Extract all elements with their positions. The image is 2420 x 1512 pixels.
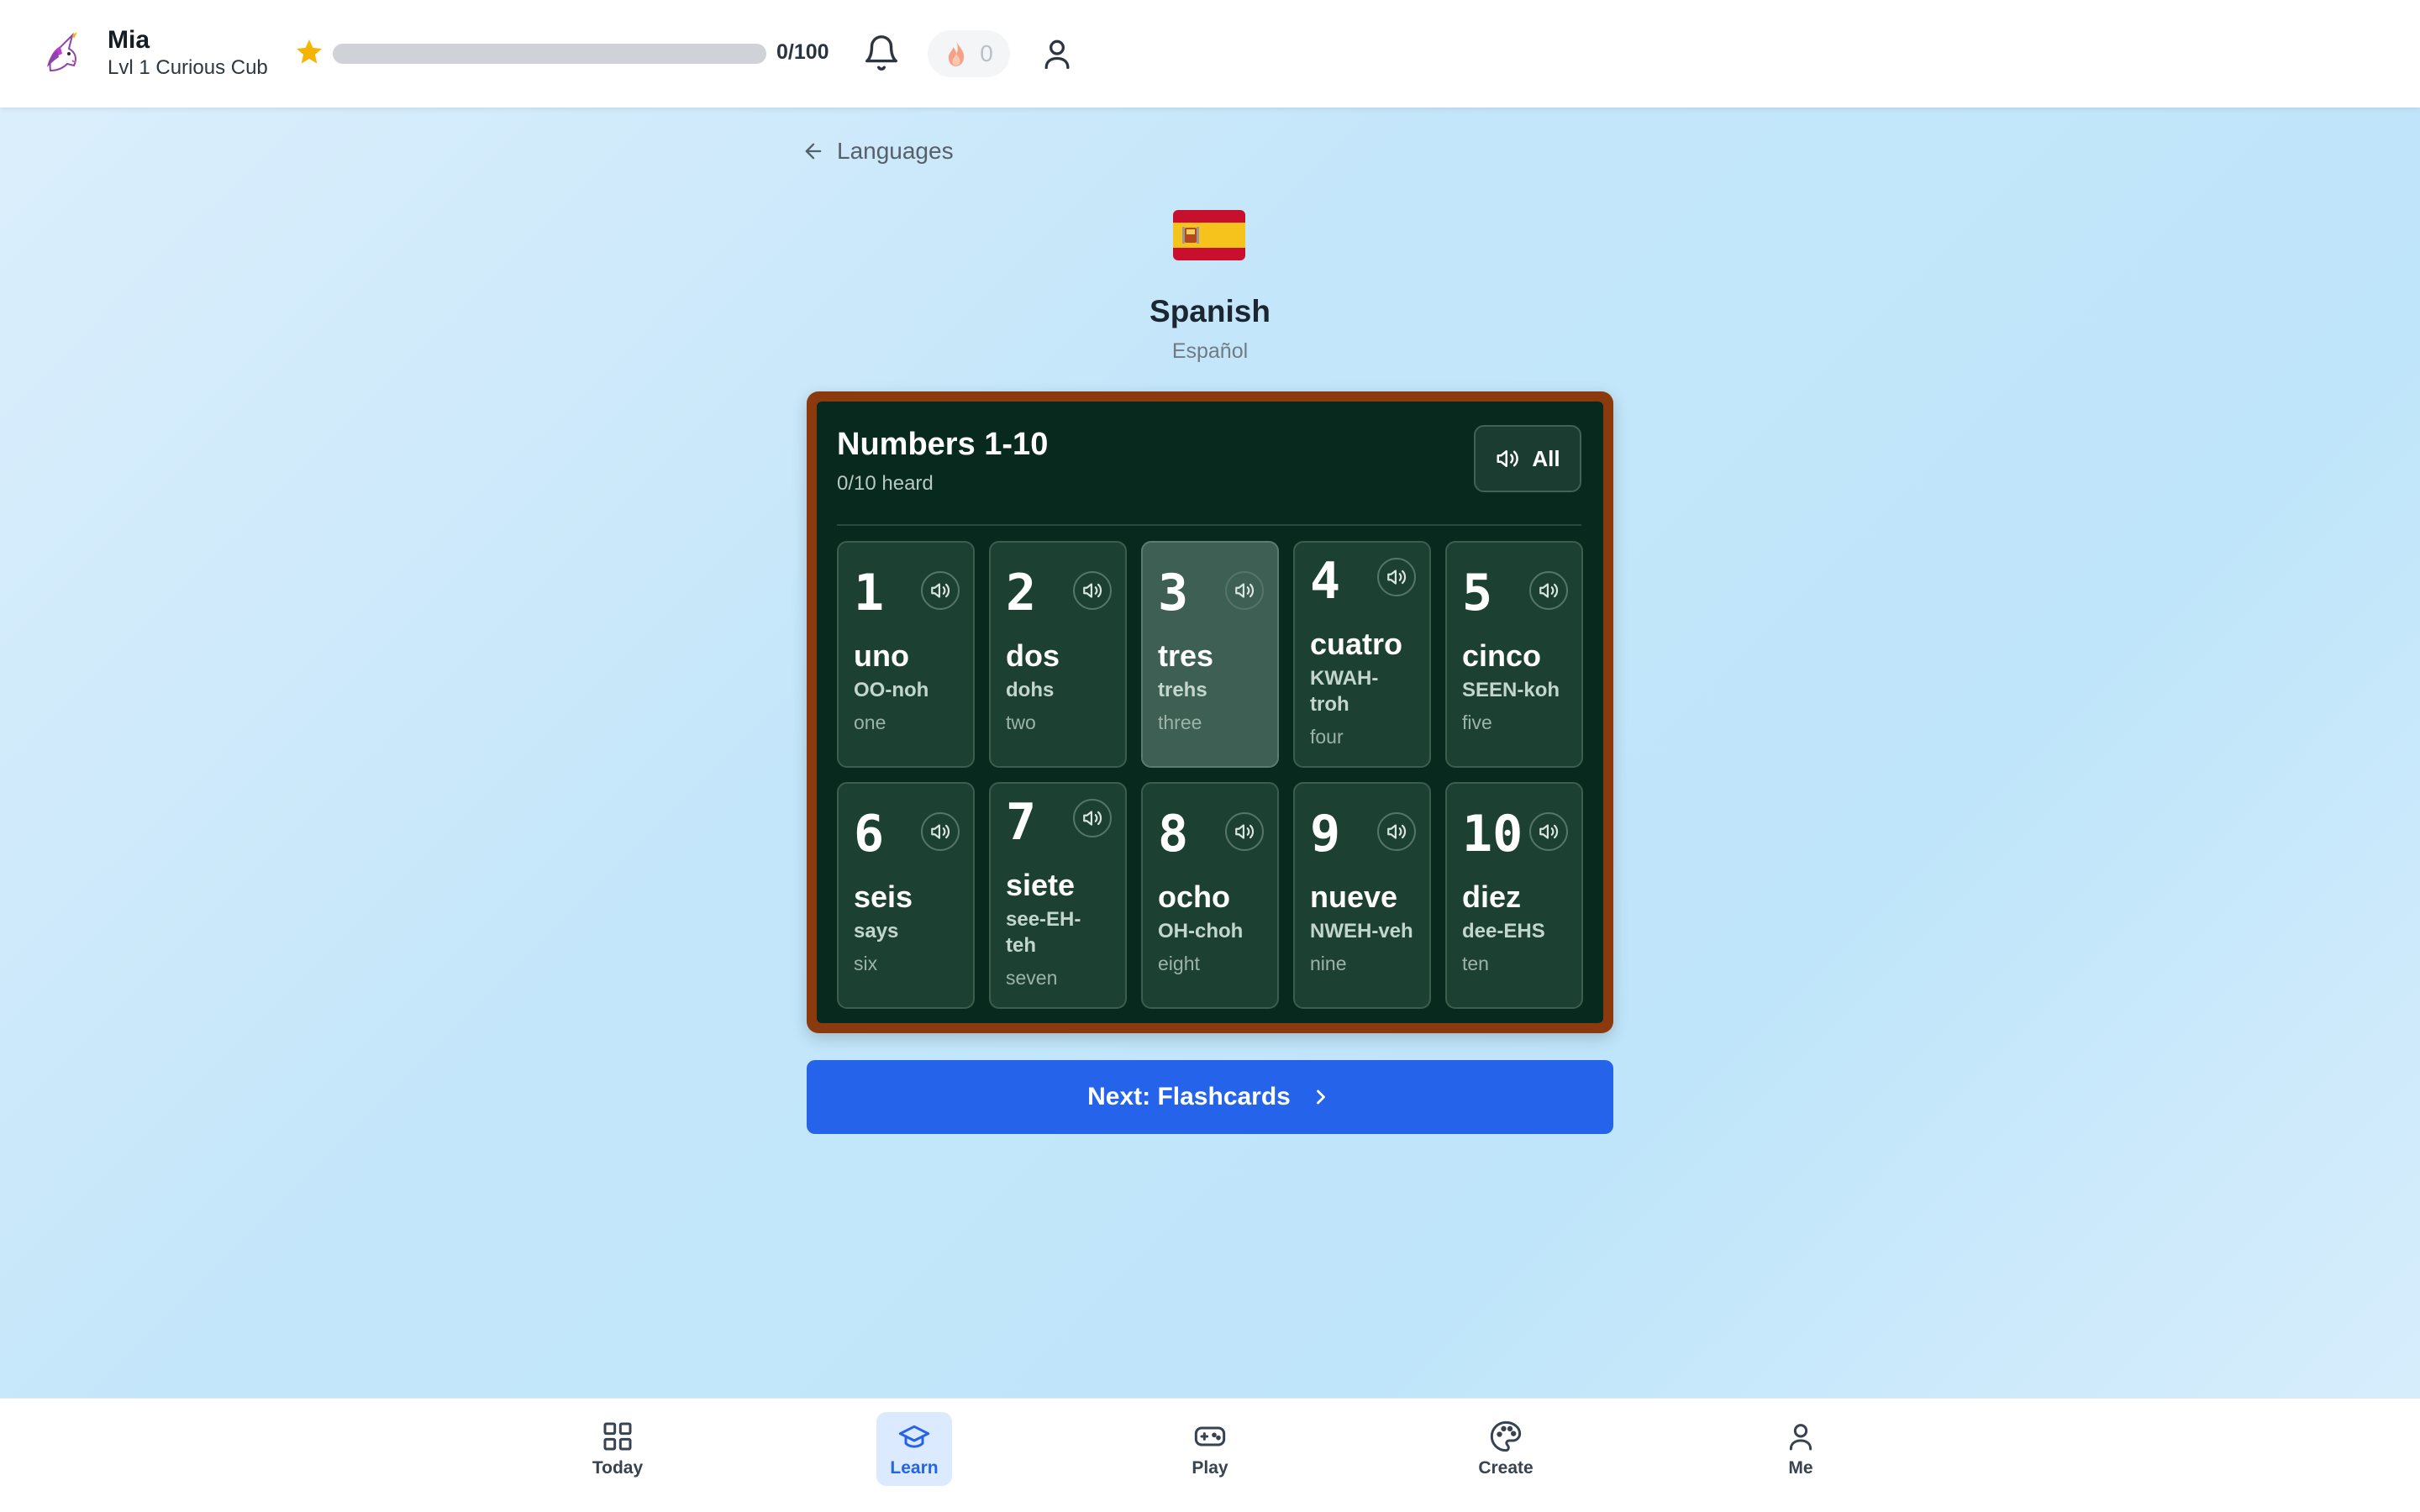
card-phonetic: says — [854, 920, 899, 942]
number-card[interactable]: 9 nueve NWEH-veh nine — [1293, 782, 1431, 1009]
card-phonetic: NWEH-veh — [1310, 920, 1413, 942]
number-card[interactable]: 4 cuatro KWAH-troh four — [1293, 541, 1431, 768]
bottom-navigation: Today Learn Play Create Me — [0, 1398, 2420, 1512]
card-phonetic: dohs — [1006, 679, 1055, 701]
card-phonetic: trehs — [1158, 679, 1207, 701]
card-phonetic: SEEN-koh — [1462, 679, 1560, 701]
card-translation: one — [854, 711, 886, 733]
xp-progress-bar — [333, 44, 766, 64]
card-word: tres — [1158, 638, 1214, 673]
lesson-progress: 0/10 heard — [837, 472, 934, 495]
nav-label: Today — [592, 1458, 644, 1478]
number-card[interactable]: 10 diez dee-EHS ten — [1445, 782, 1583, 1009]
card-translation: seven — [1006, 967, 1058, 989]
card-phonetic: see-EH-teh — [1006, 908, 1081, 957]
number-card[interactable]: 2 dos dohs two — [989, 541, 1127, 768]
card-phonetic: dee-EHS — [1462, 920, 1545, 942]
play-all-button[interactable]: All — [1474, 425, 1581, 492]
streak-badge[interactable]: 0 — [928, 30, 1010, 77]
star-icon — [294, 37, 324, 67]
card-translation: five — [1462, 711, 1492, 733]
play-all-label: All — [1532, 445, 1560, 471]
card-word: seis — [854, 879, 913, 914]
nav-label: Learn — [890, 1458, 939, 1478]
nav-item-today[interactable]: Today — [580, 1412, 655, 1486]
number-card[interactable]: 8 ocho OH-choh eight — [1141, 782, 1279, 1009]
unicorn-avatar-icon[interactable] — [37, 29, 87, 79]
speaker-icon[interactable] — [921, 571, 960, 610]
user-level: Lvl 1 Curious Cub — [108, 56, 268, 79]
gamepad-icon — [1194, 1426, 1226, 1446]
palette-icon — [1490, 1420, 1522, 1452]
speaker-icon — [1497, 450, 1519, 467]
lesson-title: Numbers 1-10 — [837, 427, 1049, 462]
nav-label: Me — [1788, 1458, 1813, 1478]
language-native-name: Español — [1171, 339, 1249, 363]
user-info: Mia Lvl 1 Curious Cub — [108, 25, 268, 81]
speaker-icon[interactable] — [1377, 812, 1416, 851]
user-name: Mia — [108, 26, 150, 54]
divider — [837, 524, 1581, 526]
speaker-icon[interactable] — [1225, 571, 1264, 610]
card-translation: three — [1158, 711, 1202, 733]
speaker-icon[interactable] — [1377, 558, 1416, 596]
arrow-left-icon — [805, 143, 822, 160]
bell-icon[interactable] — [862, 34, 901, 72]
speaker-icon[interactable] — [1225, 812, 1264, 851]
nav-item-me[interactable]: Me — [1763, 1412, 1839, 1486]
nav-label: Create — [1478, 1458, 1534, 1478]
chalkboard: Numbers 1-10 0/10 heard All 1 uno OO-noh… — [817, 402, 1603, 1023]
card-phonetic: OO-noh — [854, 679, 929, 701]
card-translation: eight — [1158, 953, 1200, 974]
nav-label: Play — [1192, 1458, 1228, 1478]
number-card[interactable]: 3 tres trehs three — [1141, 541, 1279, 768]
card-translation: ten — [1462, 953, 1489, 974]
grid-icon — [603, 1422, 632, 1451]
number-card[interactable]: 1 uno OO-noh one — [837, 541, 975, 768]
streak-count: 0 — [980, 40, 993, 66]
nav-item-learn[interactable]: Learn — [876, 1412, 952, 1486]
card-translation: six — [854, 953, 878, 974]
next-button-label: Next: Flashcards — [1087, 1083, 1291, 1110]
user-icon[interactable] — [1039, 35, 1076, 72]
flame-icon — [949, 41, 965, 66]
card-translation: nine — [1310, 953, 1347, 974]
number-card-grid: 1 uno OO-noh one 2 dos dohs two 3 tres t… — [837, 541, 1583, 1009]
next-flashcards-button[interactable]: Next: Flashcards — [807, 1060, 1613, 1134]
card-word: nueve — [1310, 879, 1398, 914]
lesson-board: Numbers 1-10 0/10 heard All 1 uno OO-noh… — [807, 391, 1613, 1033]
number-card[interactable]: 7 siete see-EH-teh seven — [989, 782, 1127, 1009]
number-card[interactable]: 6 seis says six — [837, 782, 975, 1009]
speaker-icon[interactable] — [1073, 571, 1112, 610]
card-translation: two — [1006, 711, 1036, 733]
back-to-languages-link[interactable]: Languages — [802, 138, 954, 165]
speaker-icon[interactable] — [1529, 571, 1568, 610]
card-word: cuatro — [1310, 627, 1403, 661]
nav-item-play[interactable]: Play — [1172, 1412, 1248, 1486]
number-card[interactable]: 5 cinco SEEN-koh five — [1445, 541, 1583, 768]
user-icon — [1789, 1424, 1812, 1451]
back-link-label: Languages — [837, 138, 954, 164]
card-word: uno — [854, 638, 909, 673]
card-word: cinco — [1462, 638, 1542, 673]
nav-item-create[interactable]: Create — [1468, 1412, 1544, 1486]
chevron-right-icon — [1316, 1089, 1325, 1105]
speaker-icon[interactable] — [1529, 812, 1568, 851]
card-word: diez — [1462, 879, 1522, 914]
card-phonetic: KWAH-troh — [1310, 667, 1379, 716]
top-bar: Mia Lvl 1 Curious Cub 0/100 0 — [0, 0, 2420, 108]
speaker-icon[interactable] — [921, 812, 960, 851]
language-title: Spanish — [1150, 294, 1270, 328]
card-word: siete — [1006, 868, 1076, 902]
speaker-icon[interactable] — [1073, 799, 1112, 837]
xp-text: 0/100 — [776, 40, 829, 64]
card-translation: four — [1310, 726, 1344, 748]
spain-flag-icon — [1171, 205, 1247, 265]
card-word: dos — [1006, 638, 1060, 673]
card-word: ocho — [1158, 879, 1230, 914]
graduation-cap-icon — [898, 1425, 930, 1448]
card-phonetic: OH-choh — [1158, 920, 1244, 942]
